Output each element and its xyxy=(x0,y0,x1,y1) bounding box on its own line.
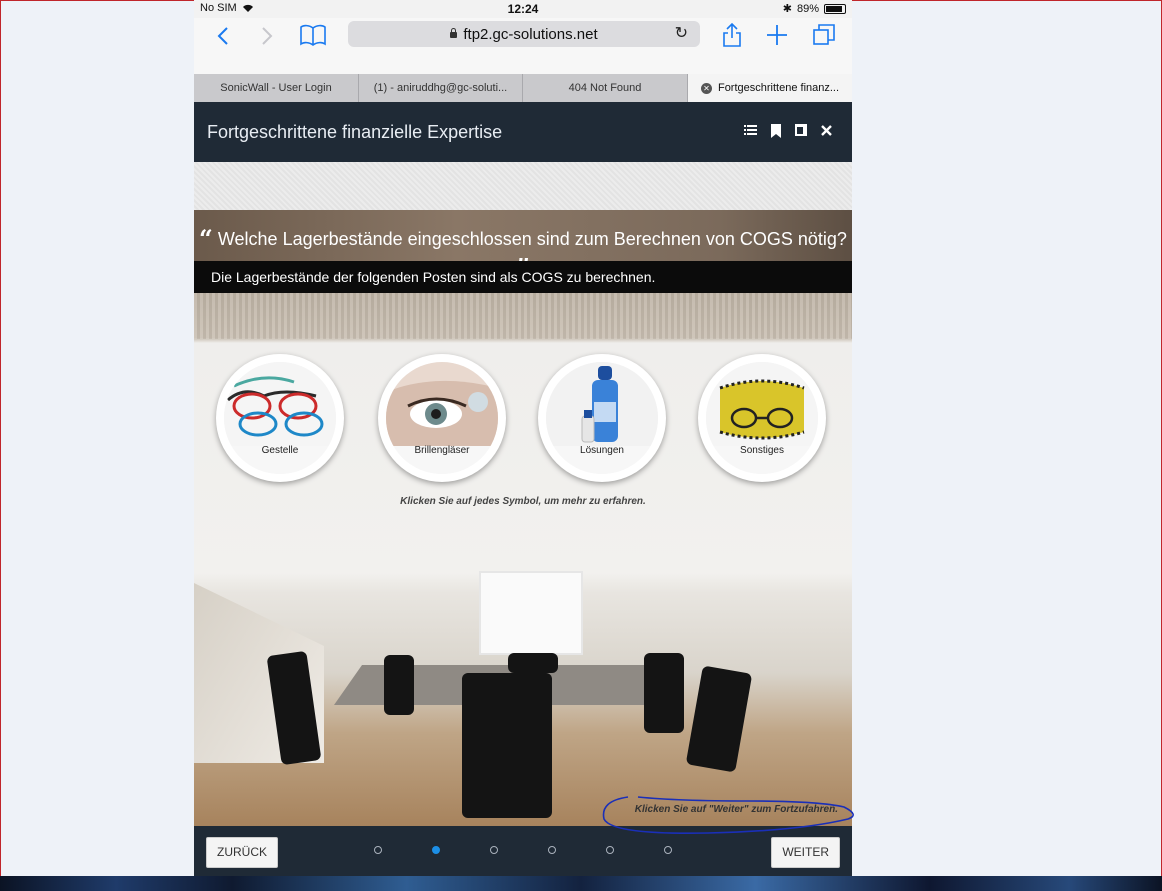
plus-icon[interactable] xyxy=(766,20,788,54)
open-quote-icon: “ xyxy=(199,224,213,253)
page-dot[interactable] xyxy=(374,846,382,854)
item-label: Sonstiges xyxy=(740,445,784,456)
slide-texture xyxy=(194,162,852,210)
ceiling xyxy=(194,293,852,339)
ipad-screen: No SIM 12:24 ✱ 89% ftp2.gc-solutions.net… xyxy=(194,0,852,876)
item-label: Brillengläser xyxy=(414,445,470,456)
tab-label: 404 Not Found xyxy=(568,82,642,94)
book-icon[interactable] xyxy=(300,20,326,54)
status-bar: No SIM 12:24 ✱ 89% xyxy=(194,0,852,18)
tab-label: SonicWall - User Login xyxy=(220,82,332,94)
browser-tabs: SonicWall - User Login (1) - aniruddhg@g… xyxy=(194,74,852,102)
battery-percent: 89% xyxy=(796,2,819,15)
tabs-icon[interactable] xyxy=(812,20,836,55)
chair xyxy=(462,673,552,818)
page-dot[interactable] xyxy=(490,846,498,854)
page-icon[interactable] xyxy=(795,124,807,141)
page-indicator xyxy=(370,844,690,858)
tab-label: Fortgeschrittene finanz... xyxy=(717,82,840,94)
chevron-right-icon[interactable] xyxy=(260,20,274,54)
course-header: Fortgeschrittene finanzielle Expertise xyxy=(194,102,852,162)
close-tab-icon[interactable]: ✕ xyxy=(700,82,712,94)
pen-annotation xyxy=(602,796,854,835)
browser-toolbar: ftp2.gc-solutions.net ↻ xyxy=(194,18,852,74)
tab-sonicwall[interactable]: SonicWall - User Login xyxy=(194,74,359,102)
chair xyxy=(384,655,414,715)
chair xyxy=(685,665,753,773)
subheader-text: Die Lagerbestände der folgenden Posten s… xyxy=(211,269,656,285)
page-dot[interactable] xyxy=(664,846,672,854)
course-title: Fortgeschrittene finanzielle Expertise xyxy=(207,122,503,142)
url-text: ftp2.gc-solutions.net xyxy=(463,26,598,43)
chevron-left-icon[interactable] xyxy=(216,20,230,54)
item-label: Gestelle xyxy=(261,445,299,456)
url-bar[interactable]: ftp2.gc-solutions.net ↻ xyxy=(348,21,700,47)
bluetooth-icon: ✱ xyxy=(782,3,792,15)
tab-email[interactable]: (1) - aniruddhg@gc-soluti... xyxy=(359,74,523,102)
item-label: Lösungen xyxy=(580,445,624,456)
tab-404[interactable]: 404 Not Found xyxy=(523,74,688,102)
category-icons: Gestelle Brillengläser Lösungen Sonstige… xyxy=(214,354,834,484)
chair xyxy=(508,653,558,673)
battery-icon xyxy=(824,3,846,14)
conference-room-photo: Gestelle Brillengläser Lösungen Sonstige… xyxy=(194,293,852,826)
slide-subheader: Die Lagerbestände der folgenden Posten s… xyxy=(194,261,852,293)
bookmark-icon[interactable] xyxy=(771,124,781,141)
item-sonstiges[interactable]: Sonstiges xyxy=(698,354,826,482)
item-loesungen[interactable]: Lösungen xyxy=(538,354,666,482)
page-dot[interactable] xyxy=(606,846,614,854)
room-window xyxy=(479,571,583,655)
status-time: 12:24 xyxy=(507,2,539,16)
item-gestelle[interactable]: Gestelle xyxy=(216,354,344,482)
tab-label: (1) - aniruddhg@gc-soluti... xyxy=(373,82,508,94)
back-button[interactable]: ZURÜCK xyxy=(206,837,278,868)
question-text: Welche Lagerbestände eingeschlossen sind… xyxy=(217,229,847,249)
chair xyxy=(644,653,684,733)
reload-icon[interactable]: ↻ xyxy=(675,23,688,43)
glasses-case-icon xyxy=(706,362,818,446)
contact-lens-icon xyxy=(386,362,498,446)
page-dot-active[interactable] xyxy=(432,846,440,854)
lock-icon xyxy=(450,28,458,38)
item-brillenglaeser[interactable]: Brillengläser xyxy=(378,354,506,482)
hint-text: Klicken Sie auf jedes Symbol, um mehr zu… xyxy=(400,496,646,507)
eyeglass-frames-icon xyxy=(224,362,336,446)
desktop-background xyxy=(0,876,1162,891)
question-banner: “ Welche Lagerbestände eingeschlossen si… xyxy=(194,210,852,282)
tab-course[interactable]: ✕ Fortgeschrittene finanz... xyxy=(688,74,852,102)
page-dot[interactable] xyxy=(548,846,556,854)
close-icon[interactable] xyxy=(821,124,832,141)
list-icon[interactable] xyxy=(744,124,757,141)
share-icon[interactable] xyxy=(722,20,742,56)
solution-bottle-icon xyxy=(546,362,658,446)
next-button[interactable]: WEITER xyxy=(771,837,840,868)
